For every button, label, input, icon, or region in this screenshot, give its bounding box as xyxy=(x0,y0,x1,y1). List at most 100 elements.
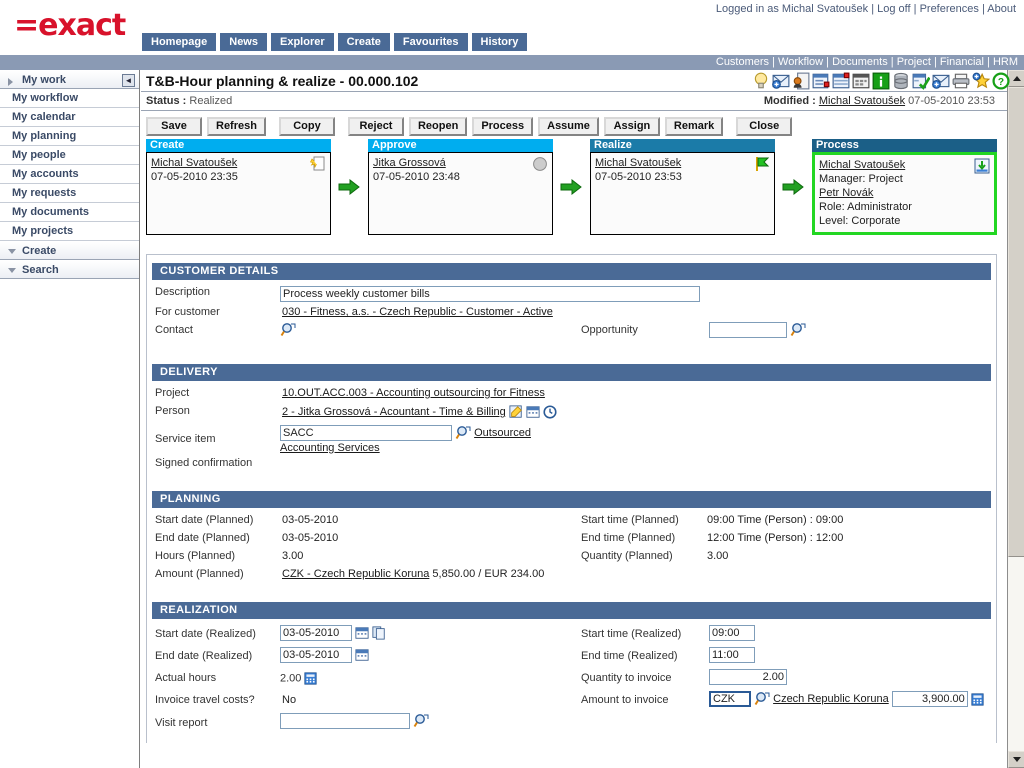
print-icon[interactable] xyxy=(952,72,970,90)
close-button[interactable]: Close xyxy=(736,116,793,136)
module-link-workflow[interactable]: Workflow xyxy=(778,56,823,68)
opportunity-input[interactable] xyxy=(709,322,787,338)
sidebar-group-search[interactable]: Search xyxy=(0,260,139,279)
sidebar-item-my-workflow[interactable]: My workflow xyxy=(0,89,139,108)
amount-currency-name-link[interactable]: Czech Republic Koruna xyxy=(773,693,889,705)
module-link-customers[interactable]: Customers xyxy=(716,56,769,68)
scroll-up-button[interactable] xyxy=(1008,70,1024,87)
service-item-accounting-link[interactable]: Accounting Services xyxy=(280,442,380,454)
service-item-input[interactable] xyxy=(280,425,452,441)
description-label: Description xyxy=(155,286,211,298)
description-input[interactable] xyxy=(280,286,700,302)
list-icon[interactable] xyxy=(832,72,850,90)
process-button[interactable]: Process xyxy=(472,116,534,136)
modified-label: Modified : xyxy=(763,95,816,107)
service-item-outsourced-link[interactable]: Outsourced xyxy=(474,427,531,439)
for-customer-link[interactable]: 030 - Fitness, a.s. - Czech Republic - C… xyxy=(282,306,553,318)
copy-icon[interactable] xyxy=(372,626,386,640)
quantity-to-invoice-input[interactable] xyxy=(709,669,787,685)
workflow-step-person-2[interactable]: Petr Novák xyxy=(819,187,873,199)
lookup-icon[interactable] xyxy=(413,713,429,729)
save-button[interactable]: Save xyxy=(146,116,202,136)
document-icon-toolbar: ? xyxy=(752,72,1010,90)
workflow-step-process[interactable]: Process Michal Svatoušek Manager: Projec… xyxy=(812,139,997,235)
workflow-step-create[interactable]: Create Michal Svatoušek 07-05-2010 23:35 xyxy=(146,139,331,235)
sidebar-collapse-button[interactable]: ◄ xyxy=(122,74,135,87)
module-link-documents[interactable]: Documents xyxy=(832,56,888,68)
refresh-button[interactable]: Refresh xyxy=(207,116,266,136)
lookup-icon[interactable] xyxy=(754,691,770,707)
module-link-financial[interactable]: Financial xyxy=(940,56,984,68)
sidebar-item-my-planning[interactable]: My planning xyxy=(0,127,139,146)
calendar-grid-icon[interactable] xyxy=(852,72,870,90)
module-link-project[interactable]: Project xyxy=(897,56,931,68)
calculator-icon[interactable] xyxy=(304,672,318,685)
start-time-realized-input[interactable] xyxy=(709,625,755,641)
new-mail-icon[interactable] xyxy=(772,72,790,90)
database-icon[interactable] xyxy=(892,72,910,90)
workflow-step-person[interactable]: Jitka Grossová xyxy=(373,157,446,169)
visit-report-input[interactable] xyxy=(280,713,410,729)
notes-icon[interactable] xyxy=(812,72,830,90)
scrollbar-thumb[interactable] xyxy=(1008,87,1024,557)
sidebar-item-my-calendar[interactable]: My calendar xyxy=(0,108,139,127)
sidebar-item-my-accounts[interactable]: My accounts xyxy=(0,165,139,184)
person-link[interactable]: 2 - Jitka Grossová - Acountant - Time & … xyxy=(282,406,506,418)
amount-to-invoice-input[interactable] xyxy=(891,691,968,707)
contact-document-icon[interactable] xyxy=(792,72,810,90)
workflow-step-person[interactable]: Michal Svatoušek xyxy=(819,159,905,171)
amount-planned-currency-link[interactable]: CZK - Czech Republic Koruna xyxy=(282,568,429,580)
workflow-step-person[interactable]: Michal Svatoušek xyxy=(151,157,237,169)
hours-planned-label: Hours (Planned) xyxy=(155,550,236,562)
calendar-icon[interactable] xyxy=(526,405,540,419)
info-icon[interactable] xyxy=(872,72,890,90)
help-icon[interactable]: ? xyxy=(992,72,1010,90)
nav-tab-history[interactable]: History xyxy=(471,33,528,51)
reopen-button[interactable]: Reopen xyxy=(408,116,468,136)
sidebar-item-my-people[interactable]: My people xyxy=(0,146,139,165)
amount-currency-input[interactable] xyxy=(709,691,751,707)
end-time-realized-input[interactable] xyxy=(709,647,755,663)
module-link-hrm[interactable]: HRM xyxy=(993,56,1018,68)
lookup-icon[interactable] xyxy=(790,322,806,338)
about-link[interactable]: About xyxy=(987,3,1016,15)
copy-button[interactable]: Copy xyxy=(278,116,335,136)
reject-button[interactable]: Reject xyxy=(347,116,404,136)
modified-user-link[interactable]: Michal Svatoušek xyxy=(819,95,905,107)
assign-button[interactable]: Assign xyxy=(603,116,660,136)
workflow-step-realize[interactable]: Realize Michal Svatoušek 07-05-2010 23:5… xyxy=(590,139,775,235)
logoff-link[interactable]: Log off xyxy=(877,3,910,15)
sidebar-item-my-documents[interactable]: My documents xyxy=(0,203,139,222)
sidebar-group-my-work[interactable]: My work ◄ xyxy=(0,70,139,89)
lightbulb-icon[interactable] xyxy=(752,72,770,90)
scroll-down-button[interactable] xyxy=(1008,751,1024,768)
sidebar-item-my-projects[interactable]: My projects xyxy=(0,222,139,241)
add-favourite-icon[interactable] xyxy=(972,72,990,90)
end-date-realized-input[interactable] xyxy=(280,647,352,663)
project-link[interactable]: 10.OUT.ACC.003 - Accounting outsourcing … xyxy=(282,387,545,399)
nav-tab-homepage[interactable]: Homepage xyxy=(142,33,217,51)
clock-icon[interactable] xyxy=(543,405,557,419)
calendar-icon[interactable] xyxy=(355,626,369,640)
assume-button[interactable]: Assume xyxy=(538,116,599,136)
start-date-realized-input[interactable] xyxy=(280,625,352,641)
nav-tab-create[interactable]: Create xyxy=(337,33,390,51)
lookup-icon[interactable] xyxy=(280,322,296,338)
vertical-scrollbar[interactable] xyxy=(1007,70,1024,768)
workflow-step-approve[interactable]: Approve Jitka Grossová 07-05-2010 23:48 xyxy=(368,139,553,235)
calendar-icon[interactable] xyxy=(355,648,369,662)
scrollbar-track[interactable] xyxy=(1008,557,1024,751)
remark-button[interactable]: Remark xyxy=(664,116,724,136)
checklist-icon[interactable] xyxy=(912,72,930,90)
workflow-step-person[interactable]: Michal Svatoušek xyxy=(595,157,681,169)
edit-icon[interactable] xyxy=(509,405,523,419)
sidebar-item-my-requests[interactable]: My requests xyxy=(0,184,139,203)
nav-tab-explorer[interactable]: Explorer xyxy=(271,33,334,51)
send-mail-icon[interactable] xyxy=(932,72,950,90)
sidebar-group-create[interactable]: Create xyxy=(0,241,139,260)
preferences-link[interactable]: Preferences xyxy=(920,3,979,15)
calculator-icon[interactable] xyxy=(971,692,984,706)
nav-tab-news[interactable]: News xyxy=(220,33,267,51)
lookup-icon[interactable] xyxy=(455,425,471,441)
nav-tab-favourites[interactable]: Favourites xyxy=(393,33,468,51)
